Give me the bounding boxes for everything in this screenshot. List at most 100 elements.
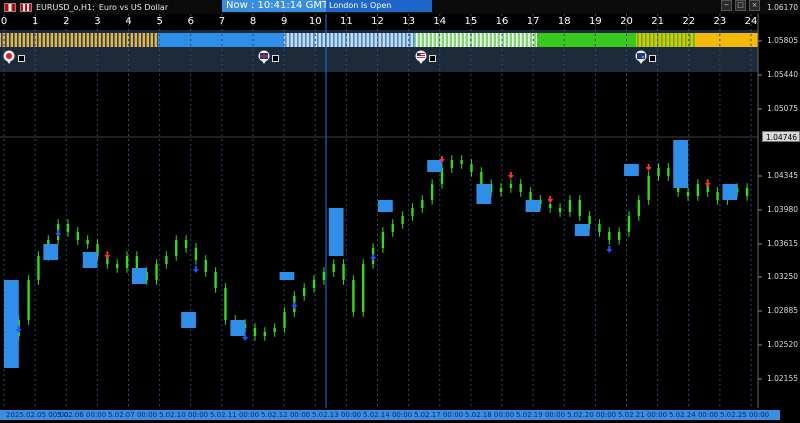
candle-body	[86, 240, 89, 244]
candle-body	[66, 224, 70, 232]
session-stripe	[1, 33, 3, 47]
candle-body	[430, 184, 434, 200]
signal-box[interactable]	[43, 244, 59, 260]
checkbox-red[interactable]	[18, 55, 25, 62]
us-flag-icon	[20, 2, 32, 12]
signal-box[interactable]	[525, 200, 541, 212]
signal-box[interactable]	[82, 252, 98, 268]
signal-box[interactable]	[131, 268, 147, 284]
candle-body	[253, 328, 257, 336]
hour-label: 20	[620, 16, 633, 27]
candle-body	[509, 184, 513, 188]
date-label: 5.02.25 00:00	[720, 411, 770, 419]
session-stripe	[641, 33, 643, 47]
candle-body	[627, 216, 631, 232]
hour-label: 15	[464, 16, 478, 27]
chart-window[interactable]: EURUSD_o,H1: Euro vs US Dollar Now : 10:…	[0, 0, 800, 423]
session-stripe	[528, 33, 530, 47]
session-stripe	[289, 33, 291, 47]
session-stripe	[405, 33, 407, 47]
session-stripe	[141, 33, 143, 47]
session-stripe	[492, 33, 494, 47]
signal-box[interactable]	[378, 200, 393, 212]
session-stripe	[117, 33, 119, 47]
session-stripe	[448, 33, 450, 47]
candle-body	[647, 176, 650, 200]
signal-box[interactable]	[673, 140, 689, 188]
date-label: 5.02.06 00:00	[57, 411, 107, 419]
session-stripe	[53, 33, 55, 47]
session-stripe	[661, 33, 663, 47]
price-label: 1.05805	[766, 36, 798, 45]
session-stripe	[41, 33, 43, 47]
signal-box[interactable]	[476, 184, 492, 204]
signal-box[interactable]	[279, 272, 295, 280]
signal-box[interactable]	[574, 224, 590, 236]
candle-body	[450, 160, 454, 168]
us-flag-icon[interactable]	[414, 50, 428, 64]
australia-flag-icon[interactable]	[634, 50, 648, 64]
candle-body	[716, 192, 719, 200]
close-button[interactable]: ×	[749, 0, 760, 11]
signal-box[interactable]	[230, 320, 246, 336]
candle-body	[165, 256, 168, 264]
candle-body	[302, 288, 306, 296]
uk-flag-icon[interactable]	[257, 50, 271, 64]
price-chart[interactable]	[0, 0, 800, 423]
candle-body	[745, 188, 749, 196]
buy-arrow-icon	[192, 266, 199, 273]
checkbox-uk[interactable]	[272, 55, 279, 62]
candle-body	[519, 184, 522, 192]
hour-label: 23	[713, 16, 727, 27]
session-stripe	[17, 33, 19, 47]
candle-body	[558, 208, 562, 212]
checkbox-au[interactable]	[649, 55, 656, 62]
session-stripe	[313, 33, 315, 47]
signal-box[interactable]	[624, 164, 639, 176]
checkbox-us[interactable]	[429, 55, 436, 62]
hour-label: 18	[557, 16, 571, 27]
session-stripe	[373, 33, 375, 47]
signal-box[interactable]	[328, 208, 344, 256]
session-stripe	[329, 33, 331, 47]
restore-button[interactable]: □	[735, 0, 746, 11]
signal-box[interactable]	[427, 160, 442, 172]
current-price-label: 1.04746	[762, 131, 800, 142]
session-stripe	[353, 33, 355, 47]
session-stripe	[125, 33, 127, 47]
price-label: 1.03615	[766, 239, 798, 248]
signal-box[interactable]	[722, 184, 738, 200]
session-stripe	[432, 33, 434, 47]
session-stripe	[153, 33, 155, 47]
candle-body	[273, 328, 276, 332]
candle-body	[391, 224, 394, 232]
session-stripe	[369, 33, 371, 47]
session-stripe	[25, 33, 27, 47]
minimize-button[interactable]: −	[721, 0, 732, 11]
session-stripe	[512, 33, 514, 47]
session-stripe	[484, 33, 486, 47]
candle-body	[115, 264, 119, 268]
hour-label: 6	[187, 16, 194, 27]
candle-body	[312, 280, 316, 288]
candle-body	[411, 208, 414, 216]
price-label: 1.02520	[766, 340, 798, 349]
candle-body	[657, 168, 660, 176]
session-stripe	[293, 33, 295, 47]
red-flag-icon[interactable]	[2, 50, 16, 64]
session-stripe	[13, 33, 15, 47]
clock-display: Now : 10:41:14 GMT0	[222, 0, 334, 12]
session-stripe	[524, 33, 526, 47]
session-stripe	[337, 33, 339, 47]
session-stripe	[500, 33, 502, 47]
session-stripe	[9, 33, 11, 47]
session-stripe	[488, 33, 490, 47]
session-stripe	[456, 33, 458, 47]
signal-box[interactable]	[181, 312, 196, 328]
session-stripe	[381, 33, 383, 47]
candle-body	[125, 256, 129, 268]
signal-box[interactable]	[4, 280, 19, 368]
session-band	[537, 33, 636, 47]
session-stripe	[436, 33, 438, 47]
candle-body	[499, 188, 503, 192]
